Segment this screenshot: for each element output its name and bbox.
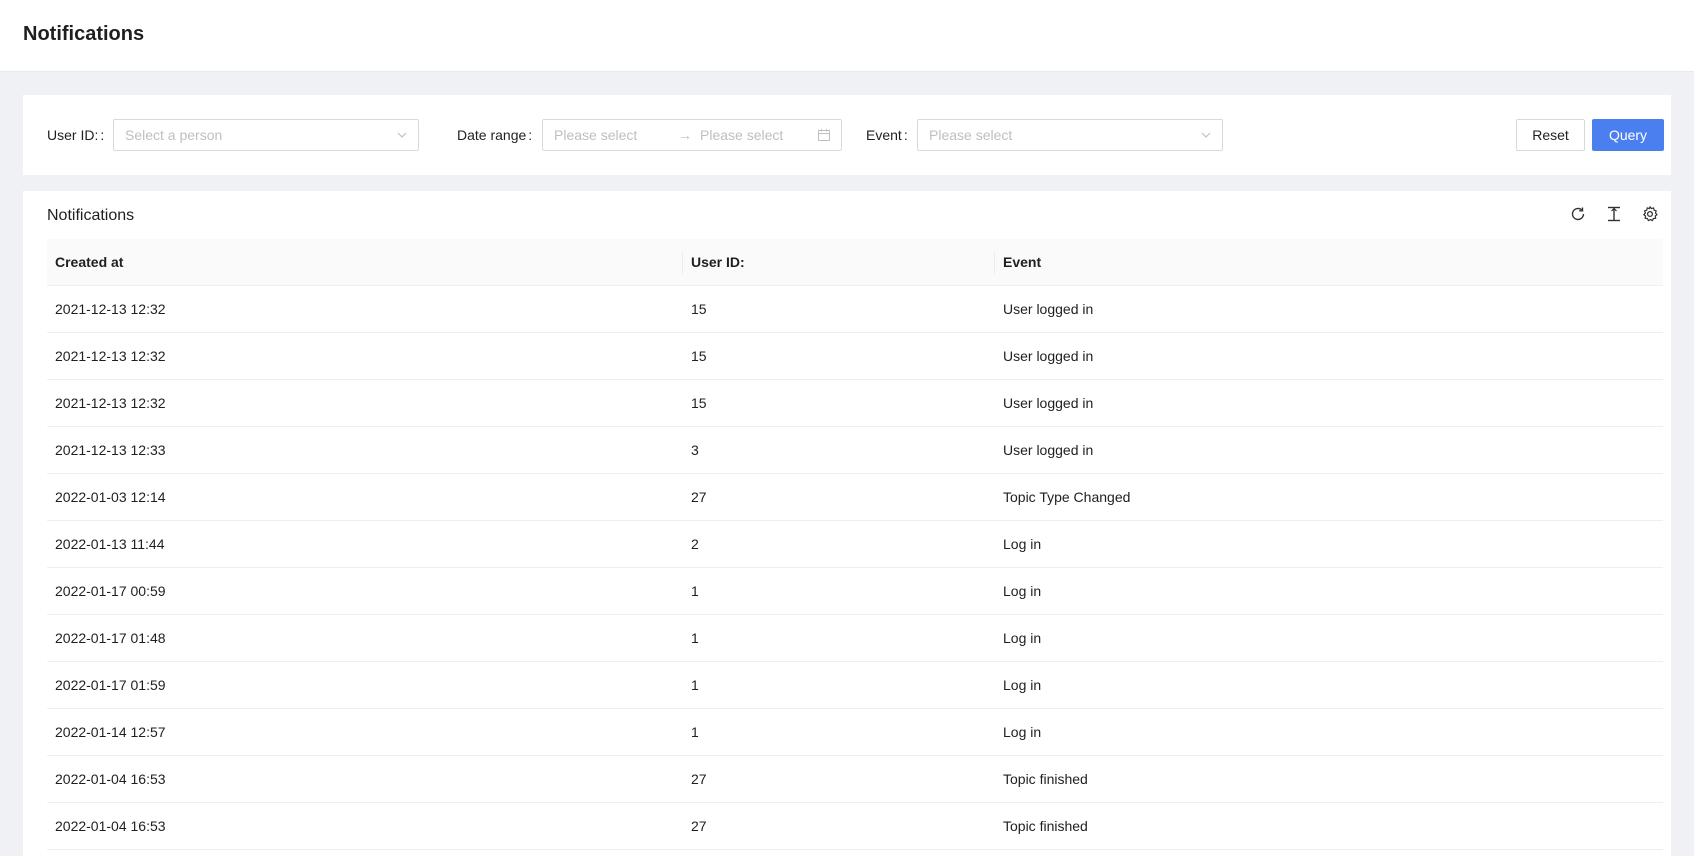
- table-header: Created at User ID: Event: [47, 239, 1663, 286]
- cell-user-id: 1: [691, 724, 699, 740]
- table-row[interactable]: 2021-12-13 12:32 15 User logged in: [47, 286, 1663, 333]
- cell-created-at: 2022-01-17 01:48: [55, 630, 166, 646]
- cell-user-id: 15: [691, 348, 707, 364]
- cell-event: User logged in: [1003, 301, 1094, 317]
- table-row[interactable]: 2022-01-17 01:48 1 Log in: [47, 615, 1663, 662]
- table-row[interactable]: 2022-01-04 16:53 27 Topic finished: [47, 803, 1663, 850]
- cell-created-at: 2022-01-14 12:57: [55, 724, 166, 740]
- cell-event: Topic finished: [1003, 818, 1088, 834]
- column-header-event[interactable]: Event: [995, 239, 1041, 286]
- reset-button[interactable]: Reset: [1516, 119, 1585, 151]
- cell-user-id: 2: [691, 536, 699, 552]
- chevron-down-icon: [397, 132, 407, 138]
- user-id-select[interactable]: Select a person: [113, 119, 419, 151]
- table-row[interactable]: 2022-01-17 01:59 1 Log in: [47, 662, 1663, 709]
- query-button[interactable]: Query: [1592, 119, 1664, 151]
- filter-bar: User ID:: Select a person Date range: Pl…: [23, 95, 1671, 175]
- cell-user-id: 27: [691, 818, 707, 834]
- table-body: 2021-12-13 12:32 15 User logged in 2021-12-…: [47, 286, 1663, 850]
- event-select[interactable]: Please select: [917, 119, 1223, 151]
- cell-created-at: 2022-01-03 12:14: [55, 489, 166, 505]
- cell-event: User logged in: [1003, 395, 1094, 411]
- event-label: Event:: [866, 127, 908, 143]
- user-id-placeholder: Select a person: [125, 127, 223, 143]
- cell-event: Log in: [1003, 677, 1042, 693]
- date-range-picker[interactable]: Please select → Please select: [542, 119, 842, 151]
- cell-created-at: 2021-12-13 12:32: [55, 395, 166, 411]
- date-start-input[interactable]: Please select: [554, 126, 637, 144]
- chevron-down-icon: [1201, 132, 1211, 138]
- table-row[interactable]: 2022-01-04 16:53 27 Topic finished: [47, 756, 1663, 803]
- table-title: Notifications: [47, 207, 135, 224]
- column-height-icon[interactable]: [1604, 204, 1624, 224]
- table-row[interactable]: 2021-12-13 12:32 15 User logged in: [47, 380, 1663, 427]
- cell-created-at: 2022-01-04 16:53: [55, 771, 166, 787]
- cell-event: Log in: [1003, 536, 1042, 552]
- cell-created-at: 2022-01-13 11:44: [55, 536, 165, 552]
- calendar-icon: [818, 129, 830, 141]
- notifications-table-card: Notifications Created at User ID: Event …: [23, 191, 1671, 856]
- settings-icon[interactable]: [1640, 204, 1660, 224]
- table-row[interactable]: 2022-01-13 11:44 2 Log in: [47, 521, 1663, 568]
- table-row[interactable]: 2021-12-13 12:32 15 User logged in: [47, 333, 1663, 380]
- refresh-icon[interactable]: [1568, 204, 1588, 224]
- cell-event: Topic finished: [1003, 771, 1088, 787]
- cell-user-id: 27: [691, 489, 707, 505]
- table-row[interactable]: 2022-01-14 12:57 1 Log in: [47, 709, 1663, 756]
- cell-user-id: 15: [691, 395, 707, 411]
- user-id-label: User ID::: [47, 127, 105, 143]
- cell-event: Log in: [1003, 724, 1042, 740]
- date-range-label: Date range:: [457, 127, 533, 143]
- page-title: Notifications: [23, 23, 145, 45]
- arrow-right-icon: →: [678, 127, 692, 143]
- cell-created-at: 2022-01-17 00:59: [55, 583, 166, 599]
- event-placeholder: Please select: [929, 127, 1013, 143]
- cell-created-at: 2021-12-13 12:32: [55, 348, 166, 364]
- cell-user-id: 1: [691, 630, 699, 646]
- notifications-table: Created at User ID: Event 2021-12-13 12:…: [47, 239, 1663, 850]
- cell-user-id: 3: [691, 442, 699, 458]
- date-end-input[interactable]: Please select: [700, 126, 783, 144]
- cell-event: User logged in: [1003, 442, 1094, 458]
- cell-user-id: 1: [691, 677, 699, 693]
- table-row[interactable]: 2022-01-17 00:59 1 Log in: [47, 568, 1663, 615]
- cell-user-id: 15: [691, 301, 707, 317]
- column-header-user-id[interactable]: User ID:: [683, 239, 745, 286]
- cell-event: User logged in: [1003, 348, 1094, 364]
- cell-created-at: 2022-01-04 16:53: [55, 818, 166, 834]
- cell-event: Log in: [1003, 583, 1042, 599]
- page-header: Notifications: [0, 0, 1694, 71]
- column-header-created-at[interactable]: Created at: [47, 239, 123, 286]
- cell-event: Log in: [1003, 630, 1042, 646]
- cell-created-at: 2021-12-13 12:32: [55, 301, 166, 317]
- table-row[interactable]: 2022-01-03 12:14 27 Topic Type Changed: [47, 474, 1663, 521]
- cell-user-id: 27: [691, 771, 707, 787]
- cell-user-id: 1: [691, 583, 699, 599]
- cell-event: Topic Type Changed: [1003, 489, 1131, 505]
- table-row[interactable]: 2021-12-13 12:33 3 User logged in: [47, 427, 1663, 474]
- cell-created-at: 2022-01-17 01:59: [55, 677, 166, 693]
- cell-created-at: 2021-12-13 12:33: [55, 442, 166, 458]
